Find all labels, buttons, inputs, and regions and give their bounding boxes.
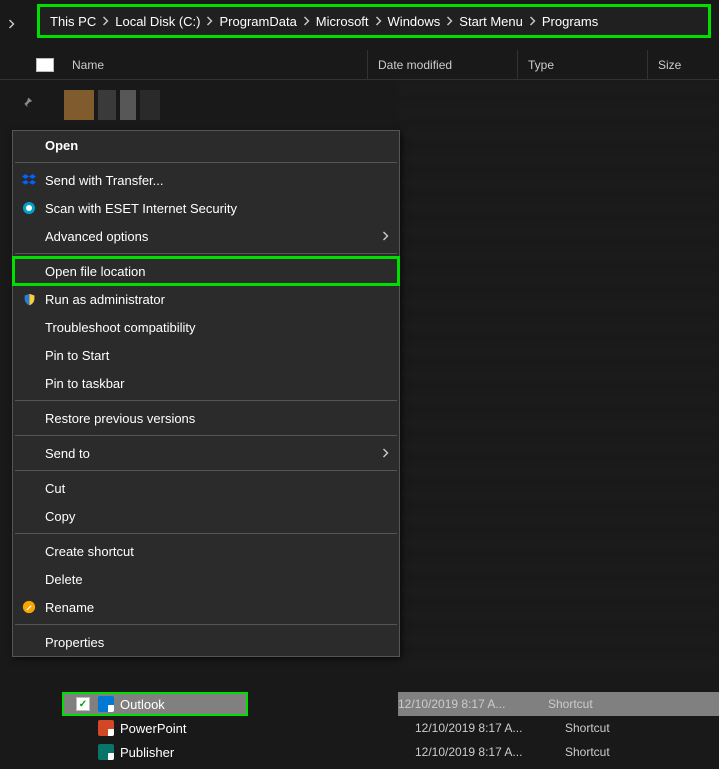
chevron-right-icon [301,16,312,26]
chevron-right-icon [527,16,538,26]
crumb-start-menu[interactable]: Start Menu [455,14,527,29]
ctx-copy[interactable]: Copy [13,502,399,530]
file-type: Shortcut [565,721,719,735]
crumb-this-pc[interactable]: This PC [46,14,100,29]
ctx-advanced[interactable]: Advanced options [13,222,399,250]
ctx-open-file-location[interactable]: Open file location [13,257,399,285]
crumb-microsoft[interactable]: Microsoft [312,14,373,29]
file-date: 12/10/2019 8:17 A... [415,745,565,759]
eset-icon [21,200,37,216]
context-menu: Open Send with Transfer... Scan with ESE… [12,130,400,657]
ctx-open[interactable]: Open [13,131,399,159]
outlook-icon [98,696,114,712]
file-row-outlook[interactable]: ✓ Outlook [62,692,248,716]
ctx-troubleshoot[interactable]: Troubleshoot compatibility [13,313,399,341]
crumb-programdata[interactable]: ProgramData [215,14,300,29]
ctx-rename[interactable]: Rename [13,593,399,621]
ctx-create-shortcut[interactable]: Create shortcut [13,537,399,565]
file-row-powerpoint[interactable]: PowerPoint 12/10/2019 8:17 A... Shortcut [62,716,719,740]
ctx-properties[interactable]: Properties [13,628,399,656]
pencil-icon [21,599,37,615]
file-row-publisher[interactable]: Publisher 12/10/2019 8:17 A... Shortcut [62,740,719,764]
dropbox-icon [21,172,37,188]
blurred-content [398,80,719,680]
chevron-right-icon [382,229,389,244]
file-date: 12/10/2019 8:17 A... [415,721,565,735]
pin-icon [20,96,34,113]
crumb-windows[interactable]: Windows [384,14,445,29]
ctx-pin-taskbar[interactable]: Pin to taskbar [13,369,399,397]
crumb-local-disk[interactable]: Local Disk (C:) [111,14,204,29]
chevron-right-icon [382,446,389,461]
file-name: Outlook [120,697,165,712]
file-type: Shortcut [548,697,719,711]
ctx-send-to[interactable]: Send to [13,439,399,467]
select-all-checkbox[interactable] [36,58,54,72]
column-type[interactable]: Type [518,50,648,79]
chevron-right-icon [373,16,384,26]
shield-icon [21,291,37,307]
column-name[interactable]: Name [62,50,368,79]
ctx-restore[interactable]: Restore previous versions [13,404,399,432]
ctx-delete[interactable]: Delete [13,565,399,593]
blurred-content [62,80,400,132]
file-type: Shortcut [565,745,719,759]
checkbox-checked-icon[interactable]: ✓ [76,697,90,711]
chevron-right-icon [444,16,455,26]
column-headers: Name Date modified Type Size [0,50,719,80]
chevron-right-icon [204,16,215,26]
file-name: Publisher [120,745,415,760]
chevron-right-icon [100,16,111,26]
file-date: 12/10/2019 8:17 A... [398,697,548,711]
ctx-scan-eset[interactable]: Scan with ESET Internet Security [13,194,399,222]
ctx-run-admin[interactable]: Run as administrator [13,285,399,313]
column-size[interactable]: Size [648,58,719,72]
publisher-icon [98,744,114,760]
column-date[interactable]: Date modified [368,50,518,79]
breadcrumb-bar[interactable]: This PC Local Disk (C:) ProgramData Micr… [37,4,711,38]
ctx-send-transfer[interactable]: Send with Transfer... [13,166,399,194]
powerpoint-icon [98,720,114,736]
file-name: PowerPoint [120,721,415,736]
ctx-cut[interactable]: Cut [13,474,399,502]
ctx-pin-start[interactable]: Pin to Start [13,341,399,369]
crumb-programs[interactable]: Programs [538,14,602,29]
